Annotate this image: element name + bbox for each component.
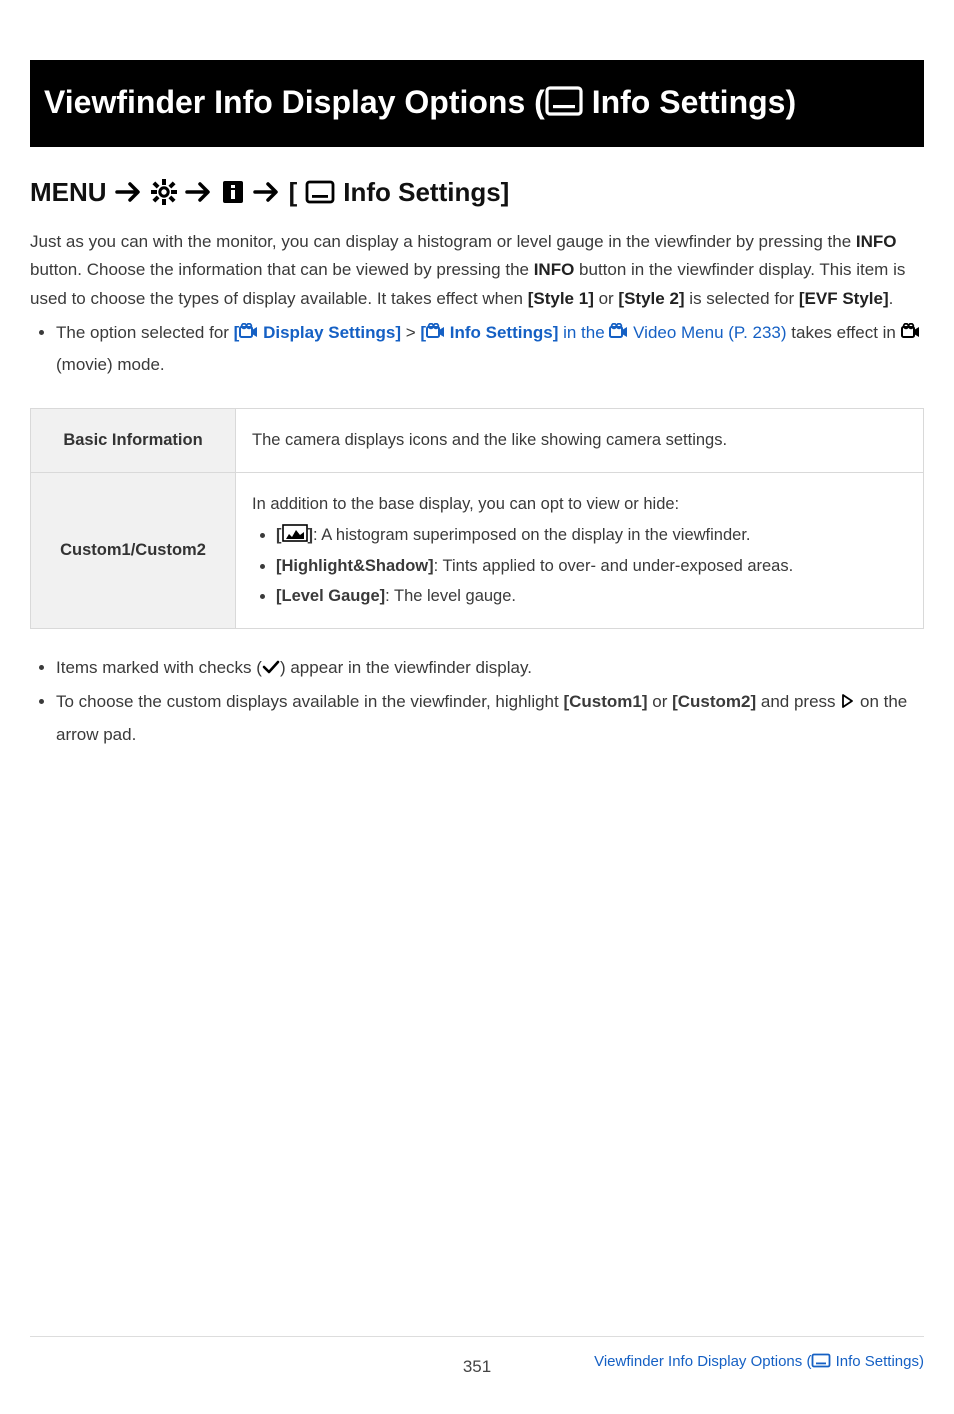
table-row: Custom1/Custom2 In addition to the base …: [31, 472, 924, 628]
footer-link-text: Viewfinder Info Display Options (: [594, 1353, 811, 1370]
note-text: ) appear in the viewfinder display.: [280, 658, 532, 677]
note-text: To choose the custom displays available …: [56, 692, 563, 711]
menu-word: MENU: [30, 177, 107, 208]
option-label: [Level Gauge]: [276, 587, 385, 605]
page-title: Viewfinder Info Display Options ( Info S…: [30, 60, 924, 147]
check-icon: [262, 655, 280, 686]
arrow-right-icon: [253, 180, 281, 204]
movie-icon: [901, 320, 920, 350]
intro-text: or: [594, 289, 619, 308]
checks-note: Items marked with checks ( ) appear in th…: [56, 653, 924, 686]
note-text: The option selected for: [56, 323, 234, 342]
movie-icon: [609, 320, 628, 350]
note-text: Items marked with checks (: [56, 658, 262, 677]
histogram-option: []: A histogram superimposed on the disp…: [276, 522, 907, 551]
gear-icon: [151, 179, 177, 205]
page-number: 351: [463, 1357, 491, 1377]
title-prefix: Viewfinder Info Display Options (: [44, 84, 545, 120]
title-suffix: Info Settings): [583, 84, 796, 120]
bracket-open: [: [289, 177, 298, 208]
note-text: takes effect in: [787, 323, 901, 342]
intro-text: is selected for: [685, 289, 799, 308]
option-label: [Highlight&Shadow]: [276, 557, 434, 575]
cell-bullet-list: []: A histogram superimposed on the disp…: [252, 522, 907, 610]
info-button-label: INFO: [534, 260, 575, 279]
option-text: : Tints applied to over- and under-expos…: [434, 557, 794, 575]
row-cell-basic-info: The camera displays icons and the like s…: [236, 408, 924, 472]
intro-text: .: [889, 289, 894, 308]
custom-displays-note: To choose the custom displays available …: [56, 687, 924, 750]
option-text: : A histogram superimposed on the displa…: [313, 526, 751, 544]
info-settings-link[interactable]: [ Info Settings] in the Video Menu (P. 2…: [420, 323, 786, 342]
video-menu-note: The option selected for [ Display Settin…: [56, 318, 924, 380]
evf-frame-icon: [305, 180, 335, 204]
row-header-custom: Custom1/Custom2: [31, 472, 236, 628]
level-gauge-option: [Level Gauge]: The level gauge.: [276, 583, 907, 610]
note-text: (movie) mode.: [56, 355, 165, 374]
row-cell-custom: In addition to the base display, you can…: [236, 472, 924, 628]
arrow-right-icon: [185, 180, 213, 204]
note-text: >: [401, 323, 420, 342]
options-table: Basic Information The camera displays ic…: [30, 408, 924, 629]
cell-intro: In addition to the base display, you can…: [252, 495, 679, 513]
intro-paragraph: Just as you can with the monitor, you ca…: [30, 228, 924, 315]
page-footer: 351 Viewfinder Info Display Options ( In…: [30, 1336, 924, 1374]
table-row: Basic Information The camera displays ic…: [31, 408, 924, 472]
evf-frame-icon: [545, 87, 583, 123]
option-text: : The level gauge.: [385, 587, 516, 605]
histogram-icon: [282, 524, 308, 551]
tab-i-icon: [221, 179, 245, 205]
menu-label: Info Settings]: [343, 177, 509, 208]
note-text: or: [648, 692, 673, 711]
notes-list: Items marked with checks ( ) appear in th…: [30, 653, 924, 751]
arrow-right-icon: [115, 180, 143, 204]
right-arrow-pad-icon: [840, 689, 855, 720]
evf-style-label: [EVF Style]: [799, 289, 889, 308]
menu-path-heading: MENU [ Info Settings]: [30, 177, 924, 208]
row-header-basic-info: Basic Information: [31, 408, 236, 472]
intro-bullet-list: The option selected for [ Display Settin…: [30, 318, 924, 380]
display-settings-link[interactable]: [ Display Settings]: [234, 323, 401, 342]
link-text: Display Settings]: [258, 323, 401, 342]
link-text: Info Settings]: [445, 323, 558, 342]
intro-text: button. Choose the information that can …: [30, 260, 534, 279]
custom2-label: [Custom2]: [672, 692, 756, 711]
link-text: Video Menu (P. 233): [628, 323, 786, 342]
movie-icon: [426, 320, 445, 350]
footer-link-text: Info Settings): [831, 1353, 924, 1370]
evf-frame-icon: [811, 1353, 831, 1374]
footer-section-link[interactable]: Viewfinder Info Display Options ( Info S…: [594, 1351, 924, 1374]
style2-label: [Style 2]: [618, 289, 684, 308]
highlight-shadow-option: [Highlight&Shadow]: Tints applied to ove…: [276, 553, 907, 580]
link-text: in the: [558, 323, 609, 342]
movie-icon: [239, 320, 258, 350]
style1-label: [Style 1]: [528, 289, 594, 308]
custom1-label: [Custom1]: [563, 692, 647, 711]
info-button-label: INFO: [856, 232, 897, 251]
intro-text: Just as you can with the monitor, you ca…: [30, 232, 856, 251]
note-text: and press: [756, 692, 840, 711]
